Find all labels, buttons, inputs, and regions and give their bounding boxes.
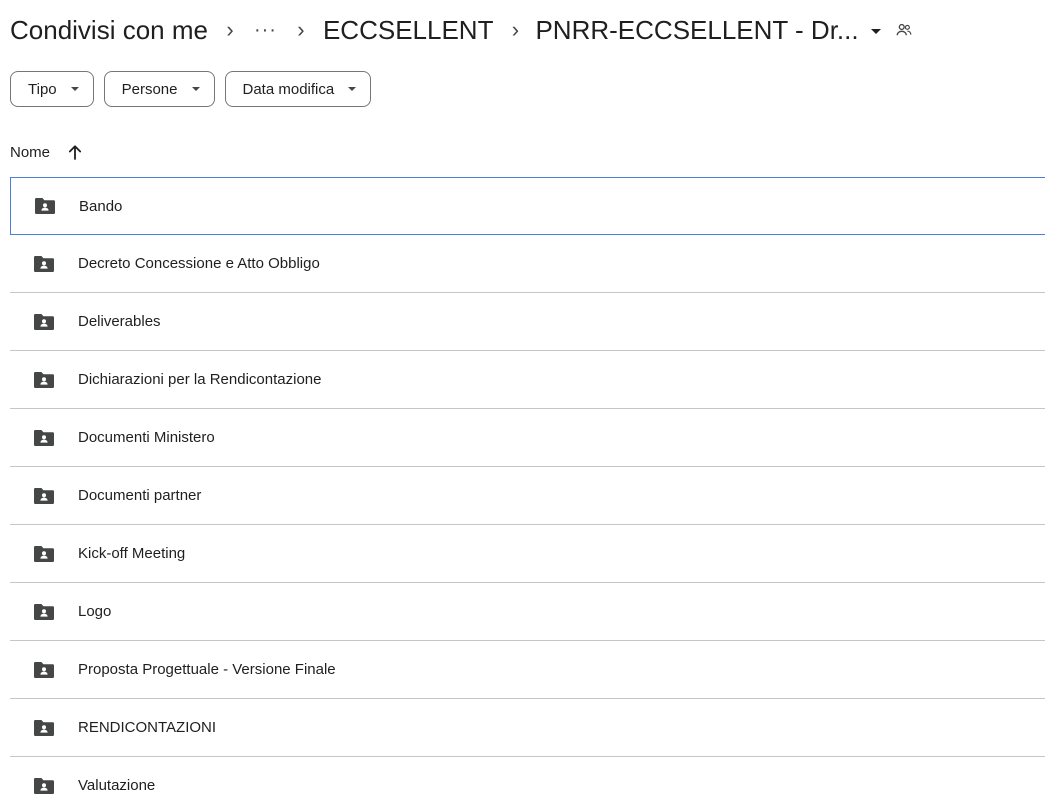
shared-folder-icon: [32, 254, 56, 274]
shared-folder-icon: [32, 660, 56, 680]
folder-name: Deliverables: [78, 313, 161, 330]
filter-chip-label: Data modifica: [242, 80, 335, 98]
folder-name: Kick-off Meeting: [78, 545, 186, 562]
shared-folder-icon: [33, 196, 57, 216]
shared-folder-icon: [32, 370, 56, 390]
shared-folder-icon: [32, 486, 56, 506]
caret-down-icon: [348, 87, 357, 91]
arrow-up-icon[interactable]: [68, 144, 82, 160]
filter-chip-people[interactable]: Persone: [103, 71, 215, 107]
folder-name: Documenti Ministero: [78, 429, 215, 446]
caret-down-icon: [191, 87, 200, 91]
folder-name: Logo: [78, 603, 112, 620]
chevron-right-icon: ›: [297, 17, 305, 42]
chevron-right-icon: ›: [226, 17, 234, 42]
column-header-name[interactable]: Nome: [10, 144, 50, 161]
filter-chip-label: Persone: [121, 80, 178, 98]
breadcrumb-parent[interactable]: ECCSELLENT: [321, 15, 496, 46]
folder-row[interactable]: Valutazione: [10, 757, 1045, 805]
filter-chip-label: Tipo: [28, 80, 57, 98]
folder-row[interactable]: Bando: [10, 177, 1045, 235]
file-list: Bando Decreto Concessione e Atto Obbligo D…: [10, 177, 1045, 805]
people-icon[interactable]: [895, 21, 913, 39]
drive-folder-view: Condivisi con me › ··· › ECCSELLENT › PN…: [0, 0, 1045, 805]
folder-row[interactable]: Dichiarazioni per la Rendicontazione: [10, 351, 1045, 409]
list-header: Nome: [10, 138, 82, 166]
shared-folder-icon: [32, 718, 56, 738]
folder-name: Proposta Progettuale - Versione Finale: [78, 661, 336, 678]
chevron-right-icon: ›: [511, 17, 520, 42]
folder-name: Dichiarazioni per la Rendicontazione: [78, 371, 322, 388]
shared-folder-icon: [32, 312, 56, 332]
breadcrumb-current-folder[interactable]: PNRR-ECCSELLENT - Dr...: [535, 14, 881, 46]
folder-row[interactable]: RENDICONTAZIONI: [10, 699, 1045, 757]
caret-down-icon: [870, 28, 881, 34]
breadcrumb-root[interactable]: Condivisi con me: [8, 15, 210, 46]
shared-folder-icon: [32, 602, 56, 622]
breadcrumb: Condivisi con me › ··· › ECCSELLENT › PN…: [8, 10, 913, 50]
folder-row[interactable]: Deliverables: [10, 293, 1045, 351]
breadcrumb-current-label: PNRR-ECCSELLENT - Dr...: [535, 14, 859, 45]
folder-name: Valutazione: [78, 777, 156, 794]
shared-folder-icon: [32, 544, 56, 564]
filter-chip-type[interactable]: Tipo: [10, 71, 94, 107]
shared-folder-icon: [32, 776, 56, 796]
filter-chip-modified[interactable]: Data modifica: [224, 71, 372, 107]
folder-name: Documenti partner: [78, 487, 202, 504]
folder-row[interactable]: Documenti Ministero: [10, 409, 1045, 467]
filter-bar: Tipo Persone Data modifica: [10, 71, 372, 107]
folder-name: Bando: [79, 197, 123, 215]
shared-folder-icon: [32, 428, 56, 448]
folder-name: Decreto Concessione e Atto Obbligo: [78, 255, 320, 272]
breadcrumb-more-button[interactable]: ···: [250, 19, 281, 42]
caret-down-icon: [70, 87, 79, 91]
folder-row[interactable]: Proposta Progettuale - Versione Finale: [10, 641, 1045, 699]
folder-row[interactable]: Decreto Concessione e Atto Obbligo: [10, 235, 1045, 293]
folder-row[interactable]: Logo: [10, 583, 1045, 641]
folder-name: RENDICONTAZIONI: [78, 719, 217, 736]
folder-row[interactable]: Kick-off Meeting: [10, 525, 1045, 583]
folder-row[interactable]: Documenti partner: [10, 467, 1045, 525]
